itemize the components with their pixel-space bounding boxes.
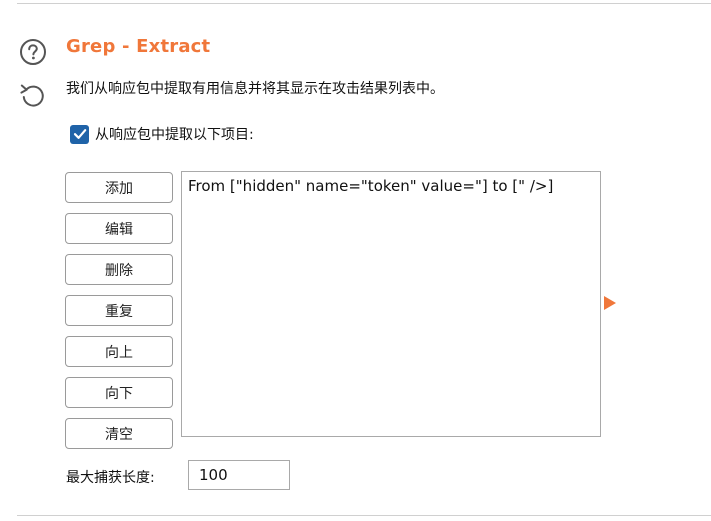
duplicate-button[interactable]: 重复: [65, 295, 173, 326]
item-action-buttons: 添加 编辑 删除 重复 向上 向下 清空: [65, 172, 173, 459]
delete-button[interactable]: 删除: [65, 254, 173, 285]
reset-arrow-icon[interactable]: [18, 80, 48, 110]
max-capture-label: 最大捕获长度:: [66, 470, 155, 486]
extract-checkbox[interactable]: [70, 124, 89, 144]
max-capture-input[interactable]: [188, 460, 290, 490]
expand-arrow-icon[interactable]: [604, 296, 616, 310]
extract-option-row[interactable]: 从响应包中提取以下项目:: [70, 124, 254, 144]
top-divider: [17, 3, 711, 4]
edit-button[interactable]: 编辑: [65, 213, 173, 244]
list-item[interactable]: From ["hidden" name="token" value="] to …: [182, 172, 600, 200]
section-description: 我们从响应包中提取有用信息并将其显示在攻击结果列表中。: [66, 81, 444, 97]
section-title: Grep - Extract: [66, 36, 211, 57]
extract-checkbox-label: 从响应包中提取以下项目:: [95, 127, 254, 143]
checkmark-icon: [73, 129, 86, 139]
bottom-divider: [17, 515, 711, 516]
help-circle-icon[interactable]: [19, 38, 47, 66]
move-down-button[interactable]: 向下: [65, 377, 173, 408]
move-up-button[interactable]: 向上: [65, 336, 173, 367]
extract-items-list[interactable]: From ["hidden" name="token" value="] to …: [181, 171, 601, 437]
add-button[interactable]: 添加: [65, 172, 173, 203]
clear-button[interactable]: 清空: [65, 418, 173, 449]
